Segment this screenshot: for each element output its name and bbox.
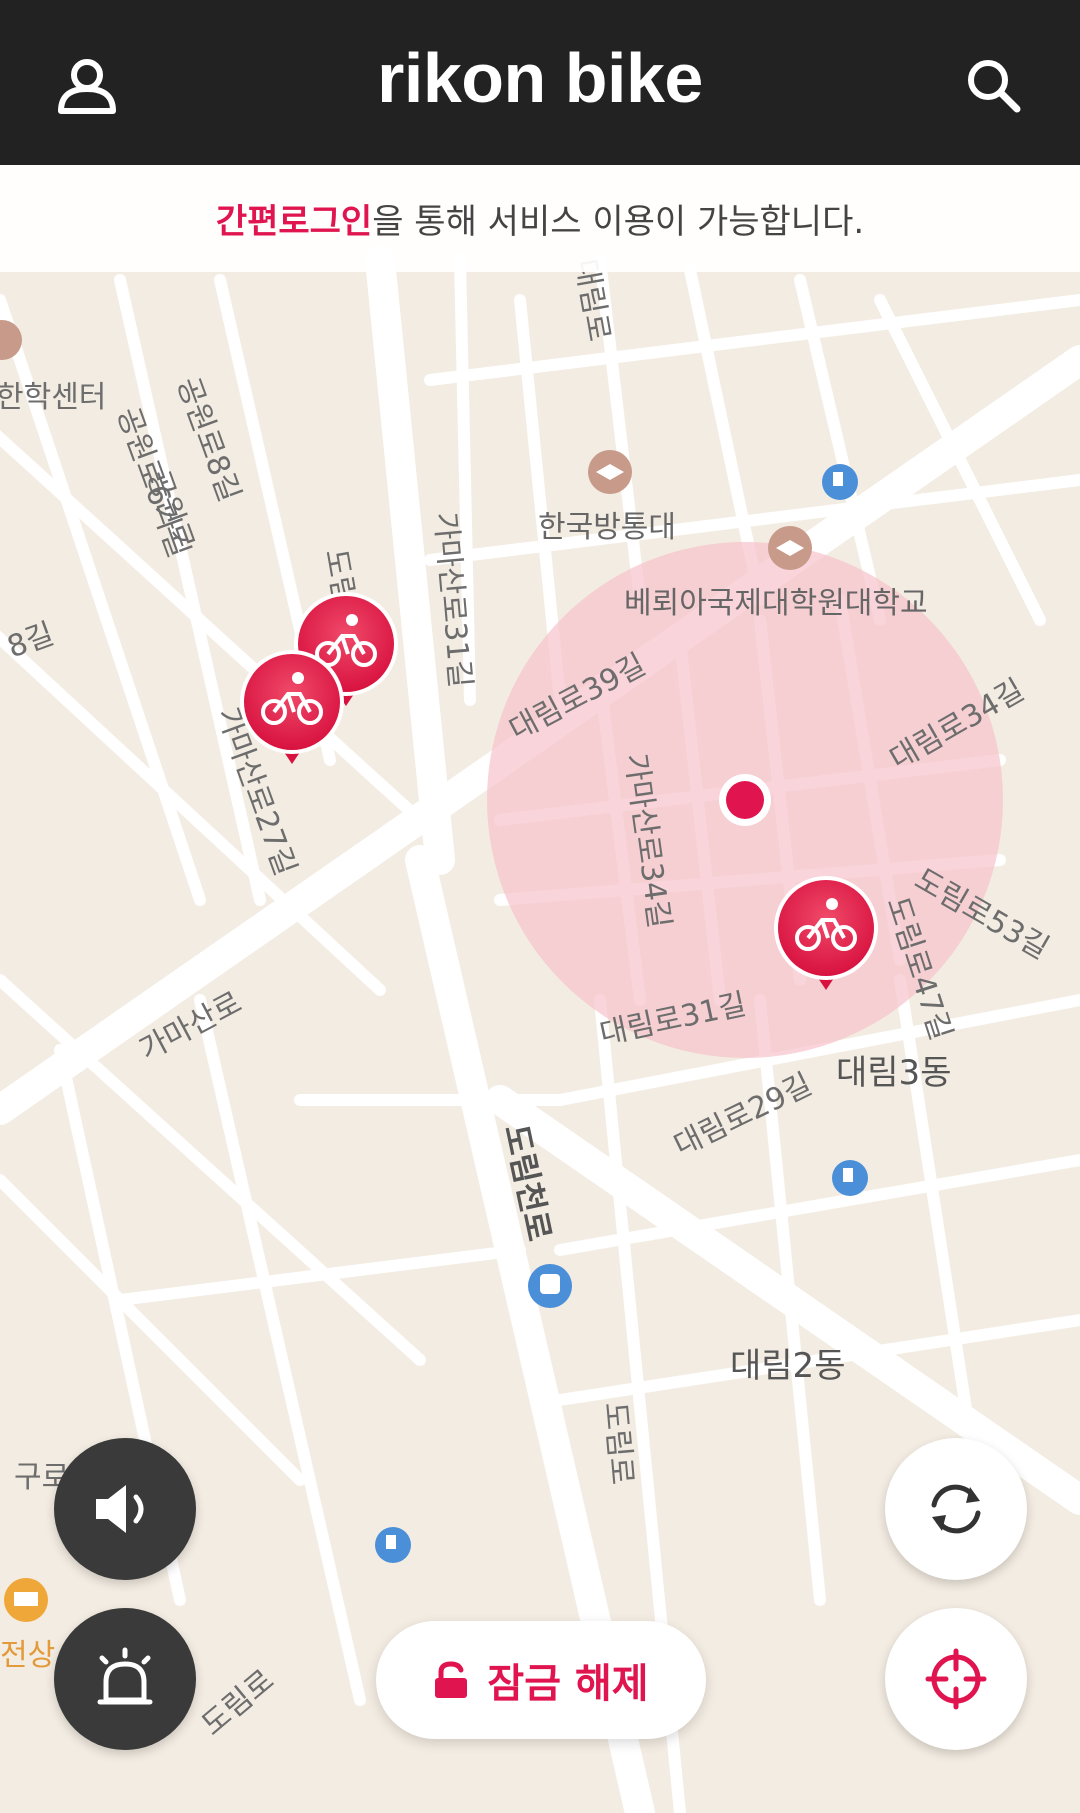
map-label: 한국방통대 bbox=[538, 510, 676, 545]
siren-icon bbox=[97, 1647, 153, 1705]
search-button[interactable] bbox=[948, 40, 1038, 130]
map-label: 대림2동 bbox=[730, 1346, 846, 1386]
school-icon bbox=[588, 450, 632, 494]
unlock-label: 잠금 해제 bbox=[487, 1661, 649, 1707]
bike-marker[interactable] bbox=[236, 646, 348, 776]
map-label: 베뢰아국제대학원대학교 bbox=[624, 586, 928, 621]
app-title: rikon bike bbox=[377, 39, 703, 117]
alarm-button[interactable] bbox=[54, 1608, 196, 1750]
bike-marker[interactable] bbox=[770, 872, 882, 1002]
map-label: 대림3동 bbox=[836, 1053, 952, 1093]
current-location-dot bbox=[726, 781, 764, 819]
search-icon bbox=[968, 60, 1021, 113]
gas-station-icon bbox=[832, 1160, 868, 1196]
gas-station-icon bbox=[375, 1527, 411, 1563]
banner-text: 을 통해 서비스 이용이 가능합니다. bbox=[372, 202, 865, 242]
speaker-icon bbox=[96, 1485, 144, 1533]
unlock-button[interactable]: 잠금 해제 bbox=[376, 1621, 706, 1739]
refresh-button[interactable] bbox=[885, 1438, 1027, 1580]
map-label: 한학센터 bbox=[0, 380, 107, 415]
map-label: 전상 bbox=[0, 1638, 56, 1673]
login-banner[interactable]: 간편로그인 을 통해 서비스 이용이 가능합니다. bbox=[0, 165, 1080, 272]
school-icon bbox=[768, 526, 812, 570]
subway-station-icon bbox=[528, 1264, 572, 1308]
store-icon bbox=[4, 1578, 48, 1622]
locate-button[interactable] bbox=[885, 1608, 1027, 1750]
gas-station-icon bbox=[822, 464, 858, 500]
unlock-icon bbox=[435, 1661, 468, 1698]
easy-login-link[interactable]: 간편로그인 bbox=[216, 194, 372, 243]
map-label: 도림로 bbox=[597, 1400, 640, 1487]
sound-button[interactable] bbox=[54, 1438, 196, 1580]
crosshair-icon bbox=[925, 1648, 987, 1710]
app-header: rikon bike bbox=[0, 0, 1080, 165]
refresh-icon bbox=[931, 1484, 981, 1534]
